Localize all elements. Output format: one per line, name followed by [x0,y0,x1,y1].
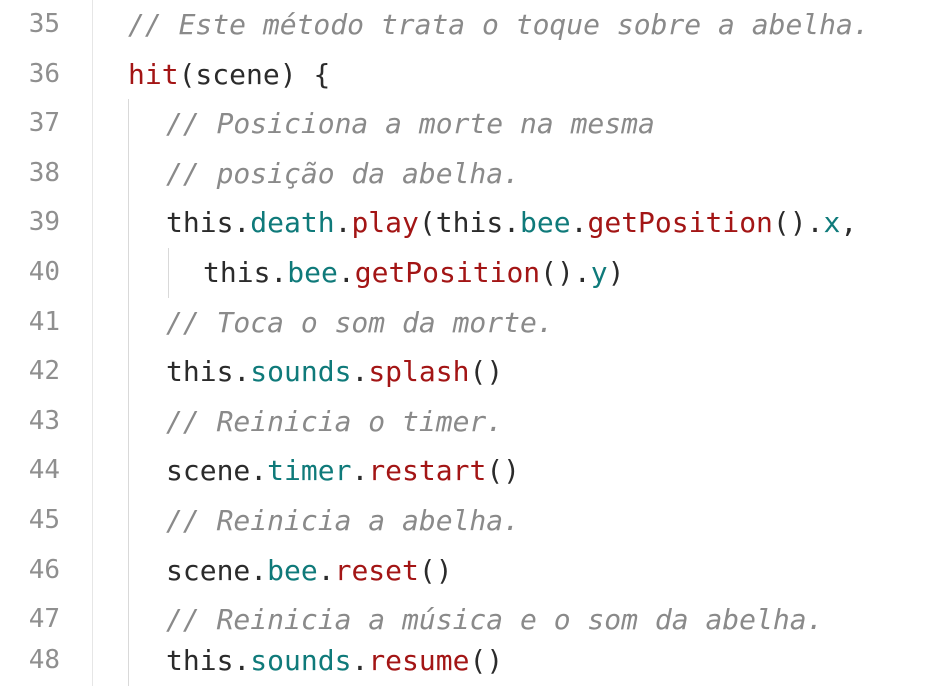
line-number: 44 [28,455,60,486]
punctuation: () [469,355,504,389]
punctuation: . [337,256,355,289]
indent-guide [128,347,129,397]
keyword: this. [166,644,251,677]
indent-guide [128,636,129,686]
comment: // Posiciona a morte na mesma [166,107,655,141]
code-text: scene.bee.reset() [166,546,453,596]
property: y [590,256,608,289]
punctuation: . [570,206,588,240]
comment: // Este método trata o toque sobre a abe… [128,8,870,41]
indent-guide [168,248,169,298]
line-number: 35 [28,9,60,39]
code-line-44[interactable]: 44 scene.timer.restart() [0,446,947,496]
keyword: scene. [166,454,268,488]
punctuation: ) [607,256,625,289]
code-line-41[interactable]: 41 // Toca o som da morte. [0,297,947,348]
line-number: 48 [28,645,60,675]
code-text: this.sounds.resume() [166,636,503,686]
punctuation: () [469,644,504,677]
code-line-40[interactable]: 40 this.bee.getPosition().y) [0,248,947,298]
indent-guide [128,446,129,496]
line-number: 42 [28,356,60,387]
indent-guide [128,198,129,248]
code-text: scene.timer.restart() [166,446,520,496]
indent-guide [128,248,129,298]
code-line-35[interactable]: 35 // Este método trata o toque sobre a … [0,0,947,50]
property: death [250,206,335,240]
indent-guide [128,496,129,546]
punctuation: (this. [418,206,521,240]
keyword: this. [203,256,288,289]
punctuation: (). [540,256,591,289]
comment: // Reinicia o timer. [166,404,504,438]
function-name: splash [368,355,470,389]
function-name: getPosition [354,256,541,289]
punctuation: . [351,454,369,488]
indent-guide [128,297,129,348]
function-name: hit [128,57,179,91]
line-number: 41 [28,306,60,337]
keyword: scene. [166,553,268,587]
line-number: 36 [28,58,60,89]
line-number: 40 [28,257,60,287]
comment: // posição da abelha. [166,156,521,190]
function-name: restart [368,454,487,488]
punctuation: (). [772,206,824,240]
punctuation: . [334,206,352,240]
indent-guide [128,396,129,447]
keyword: this. [166,355,251,389]
code-line-38[interactable]: 38 // posição da abelha. [0,148,947,199]
indent-guide [128,545,129,596]
code-editor[interactable]: 35 // Este método trata o toque sobre a … [0,0,947,686]
property: sounds [250,644,352,677]
indent-guide [128,99,129,149]
function-name: reset [334,553,419,587]
function-name: getPosition [587,206,773,240]
line-number: 38 [28,157,60,188]
property: x [823,206,841,240]
code-line-43[interactable]: 43 // Reinicia o timer. [0,396,947,447]
code-line-48[interactable]: 48 this.sounds.resume() [0,636,947,686]
comment: // Reinicia a abelha. [166,504,521,537]
property: bee [287,256,338,289]
code-text: this.sounds.splash() [166,347,503,397]
code-line-45[interactable]: 45 // Reinicia a abelha. [0,496,947,546]
function-name: play [351,206,419,240]
property: bee [520,206,571,240]
code-text: this.bee.getPosition().y) [203,248,624,298]
property: sounds [250,355,352,389]
punctuation: , [840,206,858,240]
property: bee [267,553,318,587]
code-line-36[interactable]: 36 hit(scene) { [0,50,947,100]
punctuation: () [418,553,453,587]
code-text: this.death.play(this.bee.getPosition().x… [166,198,857,248]
punctuation: () [486,454,521,488]
line-number: 43 [28,405,60,436]
punctuation: (scene) { [178,57,331,91]
line-number: 45 [28,505,60,535]
function-name: resume [368,644,470,677]
line-number: 37 [28,108,60,139]
line-number: 46 [28,554,60,585]
code-text: hit(scene) { [128,50,330,100]
keyword: this. [166,206,251,240]
code-line-39[interactable]: 39 this.death.play(this.bee.getPosition(… [0,198,947,248]
code-line-37[interactable]: 37 // Posiciona a morte na mesma [0,99,947,149]
punctuation: . [351,355,369,389]
punctuation: . [351,644,369,677]
comment: // Toca o som da morte. [166,305,554,339]
indent-guide [128,148,129,199]
code-line-46[interactable]: 46 scene.bee.reset() [0,545,947,596]
punctuation: . [317,553,335,587]
property: timer [267,454,352,488]
line-number: 39 [28,207,60,238]
code-line-42[interactable]: 42 this.sounds.splash() [0,347,947,397]
